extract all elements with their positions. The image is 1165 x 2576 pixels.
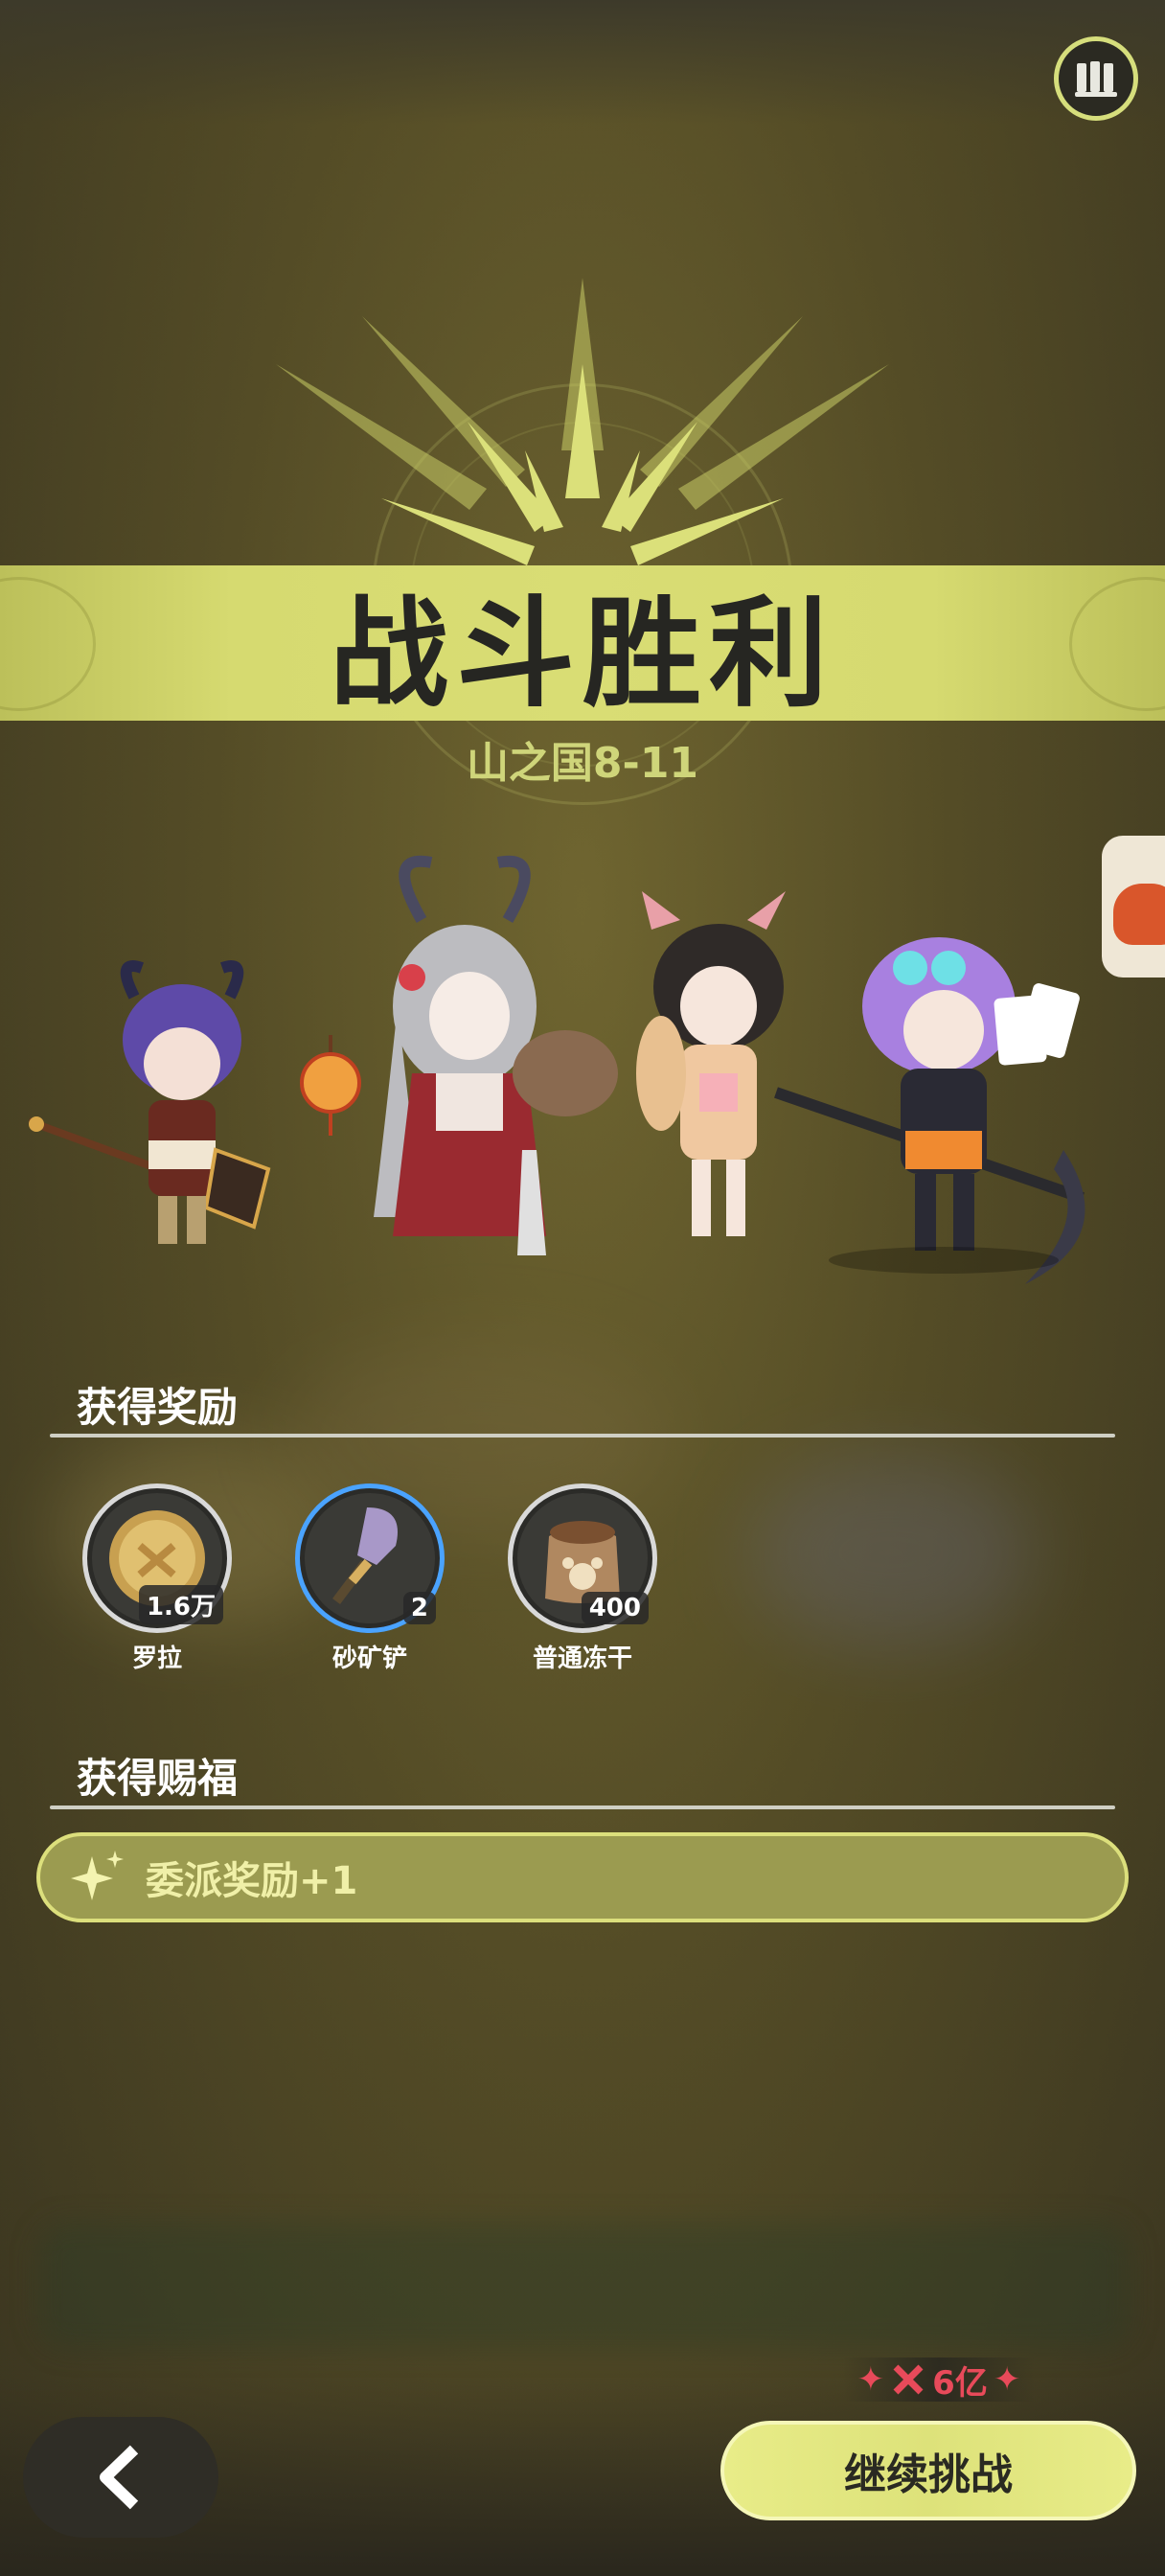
blessing-item[interactable]: 委派奖励+1 [36,1832,1129,1922]
reward-icon-frame: 400 [508,1484,657,1633]
background-top-bar [0,0,1165,125]
reward-item[interactable]: 1.6万 罗拉 [82,1484,236,1674]
reward-name: 罗拉 [131,1644,182,1673]
continue-challenge-button[interactable]: 继续挑战 [720,2421,1136,2520]
sparkle-icon: ✦ [993,2360,1021,2399]
reward-item[interactable]: 400 普通冻干 [508,1484,661,1674]
stage-label: 山之国8-11 [466,739,699,788]
banner-decoration [1069,577,1165,711]
result-title: 战斗胜利 [329,586,835,724]
codex-button[interactable] [1054,36,1138,121]
character-4 [774,937,1085,1284]
blessings-heading: 获得赐福 [77,1755,239,1802]
sparkle-icon: ✦ [857,2360,885,2399]
background-bottom-bar [38,2223,1131,2348]
party-characters [29,853,1140,1303]
cost-value: 6亿 [932,2363,988,2403]
victory-burst-icon [276,278,889,565]
back-button[interactable] [23,2417,218,2538]
victory-banner: 战斗胜利 [0,565,1165,724]
reward-count: 1.6万 [138,1585,223,1624]
reward-icon-frame: 2 [295,1484,445,1633]
section-divider [50,1434,1115,1438]
reward-count: 2 [402,1592,436,1624]
chevron-left-icon [100,2445,139,2510]
stamina-cost: ✦ 6亿 ✦ [843,2358,1035,2403]
rewards-heading: 获得奖励 [77,1384,239,1431]
character-1 [29,960,271,1244]
character-2 [374,855,618,1255]
blessing-label: 委派奖励+1 [146,1859,358,1903]
reward-name: 普通冻干 [532,1644,632,1673]
background-blob [747,1457,1035,1648]
crossed-tools-icon [893,2364,924,2395]
reward-icon-frame: 1.6万 [82,1484,232,1633]
banner-decoration [0,577,96,711]
sparkle-icon [71,1851,124,1900]
reward-item[interactable]: 2 砂矿铲 [295,1484,448,1674]
reward-count: 400 [581,1592,649,1624]
section-divider [50,1806,1115,1809]
book-stack-icon [1075,61,1117,97]
reward-name: 砂矿铲 [331,1644,407,1673]
